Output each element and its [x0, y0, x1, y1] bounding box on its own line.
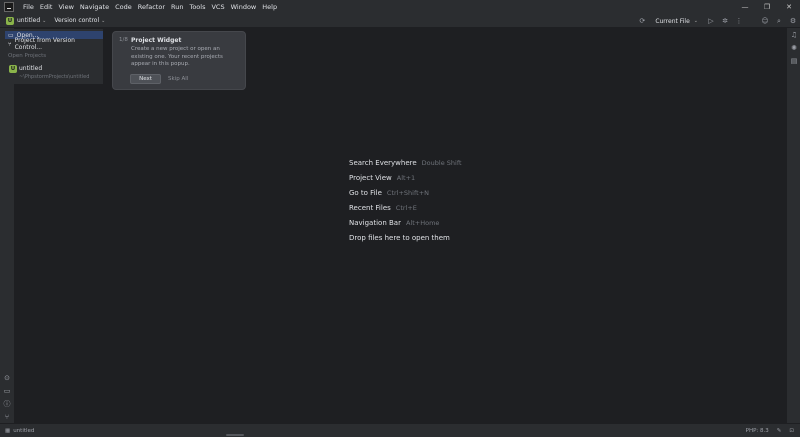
php-version[interactable]: PHP: 8.3: [746, 428, 769, 434]
notifications-icon[interactable]: ♫: [787, 29, 800, 41]
run-config-selector[interactable]: Current File ⌄: [655, 18, 698, 25]
status-project[interactable]: ▦ untitled: [5, 428, 34, 434]
hint-go-to-file: Go to File Ctrl+Shift+N: [349, 188, 430, 197]
maximize-icon[interactable]: ❐: [756, 0, 778, 14]
menu-edit[interactable]: Edit: [37, 0, 56, 14]
window-controls: — ❐ ✕: [734, 0, 800, 14]
problems-icon[interactable]: ⓘ: [0, 398, 14, 410]
close-icon[interactable]: ✕: [778, 0, 800, 14]
status-bar: ▦ untitled PHP: 8.3 ✎ ⊡: [0, 423, 800, 437]
services-icon[interactable]: ⊙: [0, 372, 14, 384]
git-icon[interactable]: ⑂: [0, 411, 14, 423]
hint-project-view: Project View Alt+1: [349, 173, 416, 182]
terminal-icon[interactable]: ▭: [0, 385, 14, 397]
editor-hints: Search Everywhere Double Shift Project V…: [349, 155, 462, 245]
menu-refactor[interactable]: Refactor: [135, 0, 168, 14]
run-config-label: Current File: [655, 17, 690, 25]
open-projects-header: Open Projects: [8, 53, 47, 59]
menu-window[interactable]: Window: [228, 0, 260, 14]
tooltip-body: Create a new project or open an existing…: [131, 46, 223, 67]
folder-icon: ▭: [8, 31, 14, 39]
menu-code[interactable]: Code: [112, 0, 135, 14]
chevron-down-icon: ⌄: [693, 18, 698, 24]
status-right: PHP: 8.3 ✎ ⊡: [746, 424, 794, 437]
toolbar-right: ⟳ Current File ⌄ ▷ ✲ ⋮ ☺ ⌕ ⚙: [635, 14, 800, 28]
project-widget-label[interactable]: untitled: [17, 17, 40, 24]
project-status-icon: ▦: [5, 427, 11, 434]
app-logo-icon[interactable]: [4, 2, 14, 12]
vcs-project-label: Project from Version Control...: [14, 37, 75, 51]
recent-project-path: ~\PhpstormProjects\untitled: [19, 74, 90, 80]
hint-drop-files: Drop files here to open them: [349, 233, 450, 242]
tooltip-title: Project Widget: [131, 37, 182, 44]
menu-run[interactable]: Run: [168, 0, 186, 14]
tooltip-step: 1/8: [119, 37, 128, 43]
sync-icon[interactable]: ⟳: [635, 14, 649, 28]
project-badge[interactable]: U: [6, 16, 14, 25]
menu-file[interactable]: File: [20, 0, 37, 14]
menu-vcs[interactable]: VCS: [208, 0, 227, 14]
recent-project-item[interactable]: U: [9, 65, 17, 73]
next-button[interactable]: Next: [130, 74, 161, 84]
more-icon[interactable]: ⋮: [732, 14, 746, 28]
menubar: File Edit View Navigate Code Refactor Ru…: [0, 0, 800, 14]
profile-icon[interactable]: ☺: [758, 14, 772, 28]
ai-assistant-icon[interactable]: ✺: [787, 42, 800, 54]
database-icon[interactable]: ▤: [787, 55, 800, 67]
hint-recent-files: Recent Files Ctrl+E: [349, 203, 417, 212]
menu-help[interactable]: Help: [259, 0, 280, 14]
horizontal-scrollbar[interactable]: [226, 434, 244, 436]
hint-navigation-bar: Navigation Bar Alt+Home: [349, 218, 440, 227]
left-tool-strip: ⊙ ▭ ⓘ ⑂: [0, 28, 14, 423]
chevron-down-icon[interactable]: ⌄: [101, 18, 105, 24]
debug-icon[interactable]: ✲: [718, 14, 732, 28]
recent-project-name[interactable]: untitled: [19, 65, 42, 72]
menu-tools[interactable]: Tools: [186, 0, 208, 14]
recent-project-badge: U: [9, 65, 17, 73]
vcs-widget-label[interactable]: Version control: [54, 17, 99, 24]
right-tool-strip: ♫ ✺ ▤: [786, 28, 800, 423]
vcs-project-item[interactable]: ⑂ Project from Version Control...: [5, 37, 103, 51]
hint-search-everywhere: Search Everywhere Double Shift: [349, 158, 462, 167]
status-project-name: untitled: [13, 427, 35, 434]
menu-navigate[interactable]: Navigate: [77, 0, 112, 14]
chevron-down-icon[interactable]: ⌄: [42, 18, 46, 24]
main-toolbar: U untitled ⌄ Version control ⌄ ⟳ Current…: [0, 14, 800, 28]
run-icon[interactable]: ▷: [704, 14, 718, 28]
lock-icon[interactable]: ⊡: [789, 428, 794, 434]
onboarding-tooltip: 1/8 Project Widget Create a new project …: [112, 31, 246, 90]
skip-all-button[interactable]: Skip All: [168, 76, 188, 82]
search-icon[interactable]: ⌕: [772, 14, 786, 28]
settings-icon[interactable]: ⚙: [786, 14, 800, 28]
menu-view[interactable]: View: [55, 0, 76, 14]
edit-icon[interactable]: ✎: [777, 428, 782, 434]
branch-icon: ⑂: [8, 40, 12, 48]
minimize-icon[interactable]: —: [734, 0, 756, 14]
